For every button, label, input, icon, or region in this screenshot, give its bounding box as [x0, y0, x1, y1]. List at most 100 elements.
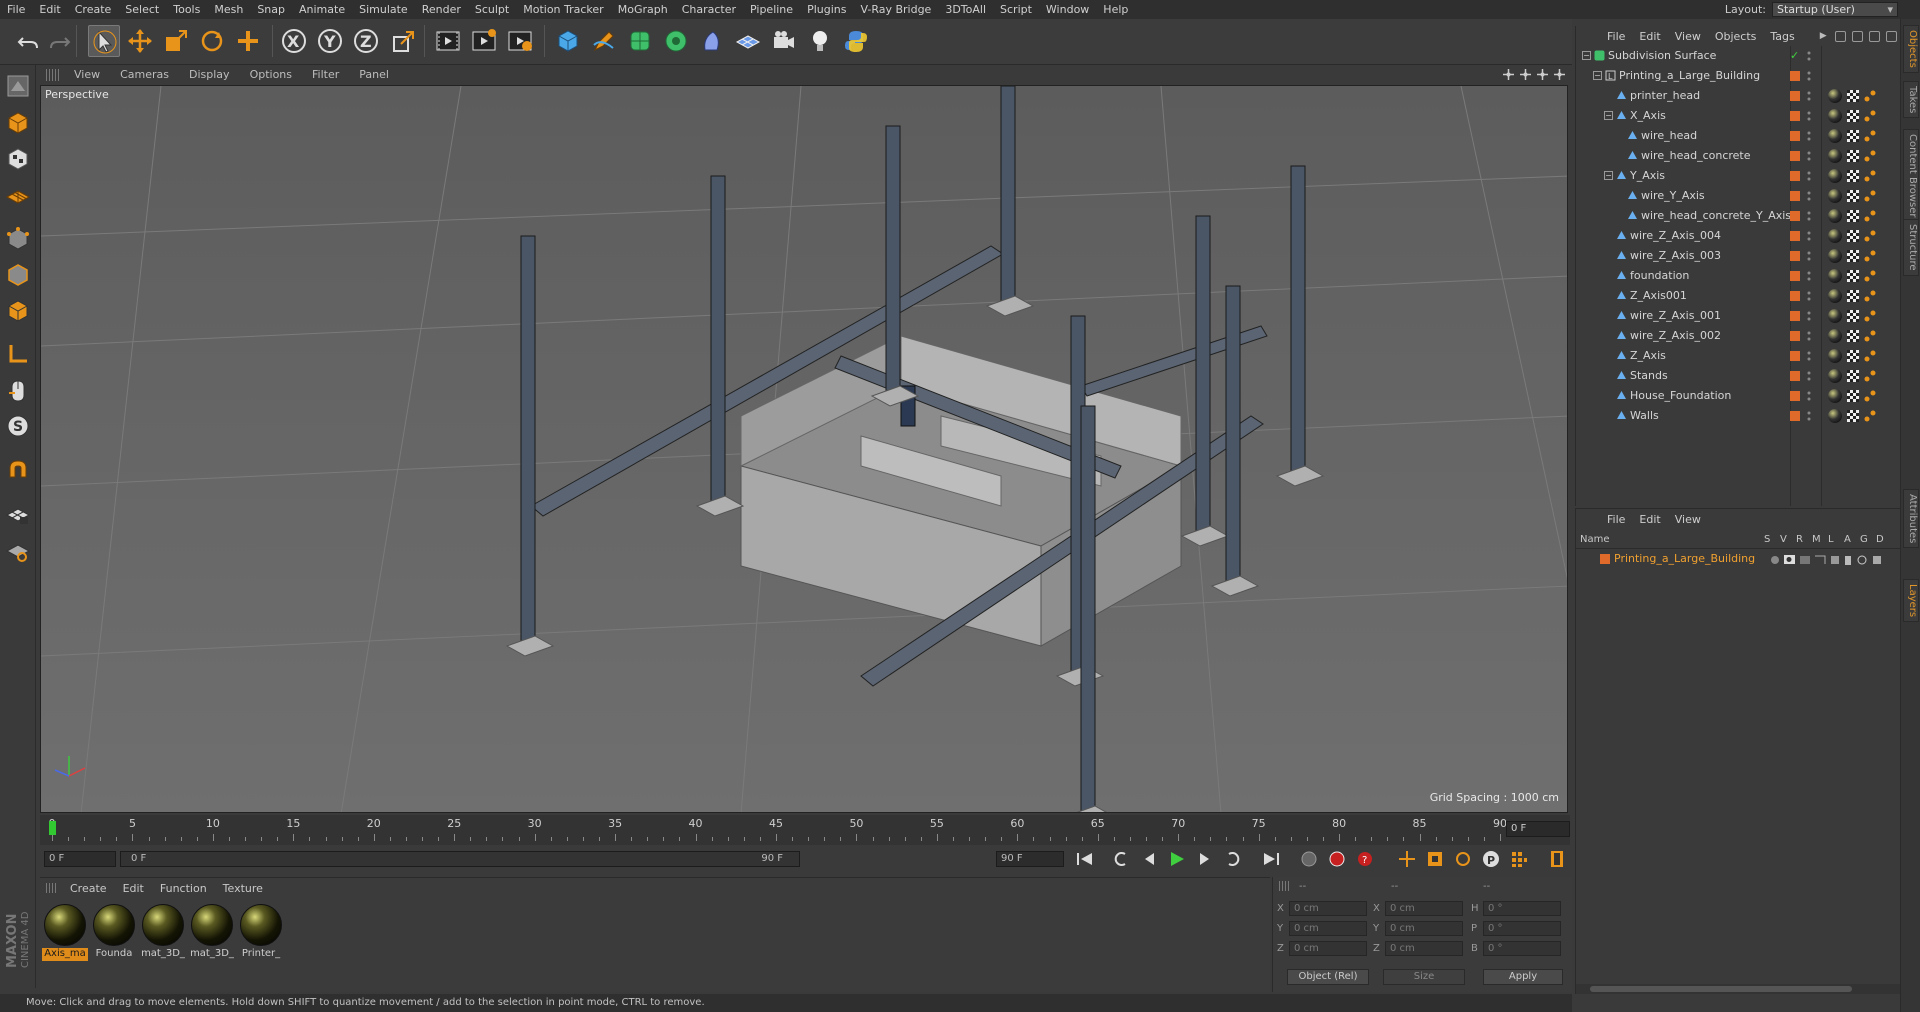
visibility-dots-icon[interactable]	[1807, 310, 1811, 322]
pos-z-field[interactable]: 0 cm	[1289, 941, 1367, 956]
layer-color-swatch[interactable]	[1790, 111, 1800, 121]
object-row[interactable]: wire_head_concrete_Y_Axis	[1576, 206, 1901, 226]
object-name[interactable]: wire_head_concrete	[1641, 149, 1751, 162]
viewport-menu-view[interactable]: View	[64, 68, 110, 81]
layer-color-swatch[interactable]	[1790, 231, 1800, 241]
side-tab-layers[interactable]: Layers	[1903, 579, 1919, 623]
cube-icon[interactable]	[552, 25, 584, 57]
object-name[interactable]: Subdivision Surface	[1608, 49, 1716, 62]
object-name[interactable]: wire_Z_Axis_004	[1630, 229, 1721, 242]
texture-tag-icon[interactable]	[1847, 110, 1859, 122]
object-name[interactable]: X_Axis	[1630, 109, 1666, 122]
world-coordinates-icon[interactable]	[388, 25, 420, 57]
next-key-icon[interactable]	[1222, 848, 1244, 870]
visibility-dots-icon[interactable]	[1807, 370, 1811, 382]
menu-item-mograph[interactable]: MoGraph	[611, 0, 675, 19]
object-row[interactable]: − X_Axis	[1576, 106, 1901, 126]
visibility-dots-icon[interactable]	[1807, 390, 1811, 402]
material-menu-create[interactable]: Create	[62, 882, 115, 895]
object-menu-view[interactable]: View	[1668, 30, 1708, 43]
deformer-icon[interactable]	[696, 25, 728, 57]
material-tag-icon[interactable]	[1828, 129, 1842, 143]
menu-item-help[interactable]: Help	[1096, 0, 1135, 19]
size-z-field[interactable]: 0 cm	[1385, 941, 1463, 956]
coordinate-mode-select[interactable]: Object (Rel)	[1287, 969, 1369, 985]
start-frame-field[interactable]: 0 F	[44, 851, 116, 867]
model-mode-icon[interactable]	[3, 71, 33, 101]
material-tag-icon[interactable]	[1828, 389, 1842, 403]
viewport-menu-display[interactable]: Display	[179, 68, 240, 81]
texture-tag-icon[interactable]	[1847, 150, 1859, 162]
python-icon[interactable]	[840, 25, 872, 57]
visibility-dots-icon[interactable]	[1807, 410, 1811, 422]
material-tag-icon[interactable]	[1828, 89, 1842, 103]
expand-toggle-icon[interactable]: −	[1582, 51, 1591, 60]
go-to-start-icon[interactable]	[1074, 848, 1096, 870]
z-axis-lock-icon[interactable]: Z	[350, 25, 382, 57]
object-menu-edit[interactable]: Edit	[1632, 30, 1667, 43]
material-swatch[interactable]: mat_3D_	[140, 902, 186, 960]
x-axis-lock-icon[interactable]: X	[278, 25, 310, 57]
uvw-tag-icon[interactable]	[1864, 130, 1876, 142]
enabled-check-icon[interactable]: ✓	[1790, 49, 1802, 62]
material-menu-texture[interactable]: Texture	[215, 882, 271, 895]
object-name[interactable]: wire_Y_Axis	[1641, 189, 1705, 202]
uvw-tag-icon[interactable]	[1864, 410, 1876, 422]
size-mode-select[interactable]: Size	[1383, 969, 1465, 985]
size-x-field[interactable]: 0 cm	[1385, 901, 1463, 916]
workplane-icon[interactable]	[3, 535, 33, 565]
object-row[interactable]: Z_Axis001	[1576, 286, 1901, 306]
viewport-menu-filter[interactable]: Filter	[302, 68, 349, 81]
texture-tag-icon[interactable]	[1847, 350, 1859, 362]
layer-menu-edit[interactable]: Edit	[1632, 513, 1667, 526]
material-swatch[interactable]: Founda	[91, 902, 137, 960]
layer-color-swatch[interactable]	[1790, 171, 1800, 181]
menu-item-character[interactable]: Character	[675, 0, 743, 19]
object-row[interactable]: Z_Axis	[1576, 346, 1901, 366]
menu-item-pipeline[interactable]: Pipeline	[743, 0, 800, 19]
object-menu-objects[interactable]: Objects	[1708, 30, 1764, 43]
points-mode-icon[interactable]	[3, 223, 33, 253]
object-row[interactable]: − L Printing_a_Large_Building	[1576, 66, 1901, 86]
layer-column-name[interactable]: Name	[1580, 534, 1610, 545]
uvw-tag-icon[interactable]	[1864, 270, 1876, 282]
visibility-dots-icon[interactable]	[1807, 190, 1811, 202]
layer-color-swatch[interactable]	[1790, 411, 1800, 421]
edit-render-settings-icon[interactable]	[504, 25, 536, 57]
edges-mode-icon[interactable]	[3, 259, 33, 289]
object-name[interactable]: Y_Axis	[1630, 169, 1665, 182]
viewport-menu-cameras[interactable]: Cameras	[110, 68, 179, 81]
key-position-icon[interactable]	[1396, 848, 1418, 870]
apply-button[interactable]: Apply	[1483, 969, 1563, 985]
object-menu-file[interactable]: File	[1600, 30, 1632, 43]
object-name[interactable]: printer_head	[1630, 89, 1700, 102]
visibility-dots-icon[interactable]	[1807, 130, 1811, 142]
object-row[interactable]: wire_head_concrete	[1576, 146, 1901, 166]
timeline-playhead[interactable]	[49, 821, 56, 835]
layer-column-a[interactable]: A	[1844, 534, 1851, 545]
visibility-dots-icon[interactable]	[1807, 210, 1811, 222]
uvw-tag-icon[interactable]	[1864, 350, 1876, 362]
toggle-layout-icon[interactable]	[1553, 68, 1566, 81]
layer-menu-file[interactable]: File	[1600, 513, 1632, 526]
material-menu-function[interactable]: Function	[152, 882, 215, 895]
key-parameter-icon[interactable]: P	[1480, 848, 1502, 870]
layout-select[interactable]: Startup (User)	[1772, 2, 1898, 17]
object-row[interactable]: foundation	[1576, 266, 1901, 286]
rot-p-field[interactable]: 0 °	[1483, 921, 1561, 936]
object-name[interactable]: wire_Z_Axis_002	[1630, 329, 1721, 342]
layer-color-swatch[interactable]	[1790, 291, 1800, 301]
menu-item-select[interactable]: Select	[118, 0, 166, 19]
side-tab-attributes[interactable]: Attributes	[1903, 489, 1919, 549]
visibility-dots-icon[interactable]	[1807, 90, 1811, 102]
object-menu-tags[interactable]: Tags	[1763, 30, 1801, 43]
object-row[interactable]: wire_Z_Axis_002	[1576, 326, 1901, 346]
frame-range-slider[interactable]: 0 F 90 F	[120, 851, 800, 867]
pen-icon[interactable]	[588, 25, 620, 57]
menu-item-sculpt[interactable]: Sculpt	[468, 0, 516, 19]
rot-h-field[interactable]: 0 °	[1483, 901, 1561, 916]
uvw-tag-icon[interactable]	[1864, 290, 1876, 302]
next-frame-icon[interactable]	[1194, 848, 1216, 870]
visibility-dots-icon[interactable]	[1807, 110, 1811, 122]
menu-item-file[interactable]: File	[0, 0, 32, 19]
